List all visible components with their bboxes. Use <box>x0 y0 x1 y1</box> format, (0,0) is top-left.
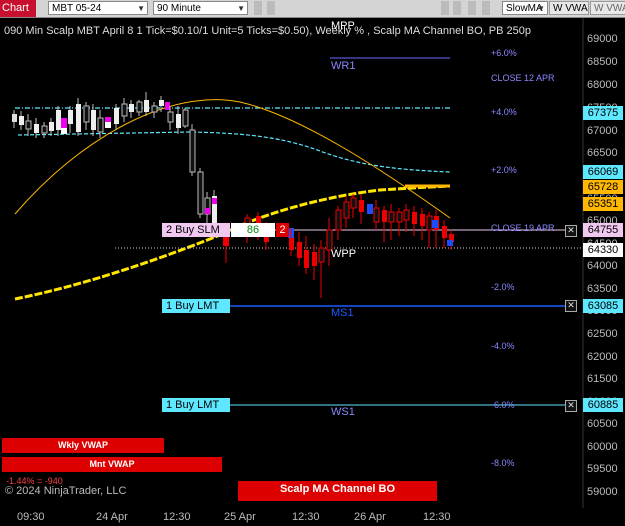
wvwap-toggle-2[interactable]: W VWAP <box>590 1 625 15</box>
x-tick-label: 12:30 <box>292 511 320 523</box>
candlestick-series <box>12 92 454 298</box>
fast-ma-line <box>14 184 451 301</box>
cancel-order-icon[interactable]: ✕ <box>565 225 577 237</box>
copyright-label: © 2024 NinjaTrader, LLC <box>5 485 127 497</box>
y-tick-label: 67000 <box>587 125 618 137</box>
weekly-close-label: CLOSE 12 APR <box>491 73 555 83</box>
toolbar-button[interactable] <box>441 1 449 15</box>
y-tick-label: 63500 <box>587 283 618 295</box>
toolbar-button[interactable] <box>453 1 461 15</box>
y-tick-label: 69000 <box>587 33 618 45</box>
cancel-order-icon[interactable]: ✕ <box>565 400 577 412</box>
weekly-percent-label: -4.0% <box>491 341 515 351</box>
weekly-percent-label: -2.0% <box>491 282 515 292</box>
x-tick-label: 26 Apr <box>354 511 386 523</box>
price-pill-channel: 66069 <box>583 165 623 179</box>
weekly-close-label: CLOSE 19 APR <box>491 223 555 233</box>
cyan-channel-line <box>17 131 451 173</box>
price-pill-ms1-order: 63085 <box>583 299 623 313</box>
order-quantity[interactable]: 2 <box>276 223 289 237</box>
chevron-down-icon: ▼ <box>137 4 145 13</box>
buy-lmt-order-label[interactable]: 1 Buy LMT <box>162 398 230 412</box>
x-tick-label: 12:30 <box>423 511 451 523</box>
chevron-down-icon: ▼ <box>237 4 245 13</box>
toolbar-button[interactable] <box>468 1 476 15</box>
chart-title: 090 Min Scalp MBT April 8 1 Tick=$0.10/1… <box>4 25 531 37</box>
slowma-selector[interactable]: SlowMA ▼ <box>502 1 548 15</box>
chart-toolbar: Chart MBT 05-24 ▼ 90 Minute ▼ SlowMA ▼ W VW… <box>0 0 625 18</box>
instrument-value: MBT 05-24 <box>52 3 102 14</box>
y-tick-label: 62500 <box>587 328 618 340</box>
pivot-label-ms1: MS1 <box>331 307 354 319</box>
cancel-order-icon[interactable]: ✕ <box>565 300 577 312</box>
weekly-percent-label: +4.0% <box>491 107 517 117</box>
chevron-down-icon: ▼ <box>537 4 545 13</box>
y-tick-label: 68000 <box>587 79 618 91</box>
y-tick-label: 60500 <box>587 418 618 430</box>
instrument-selector[interactable]: MBT 05-24 ▼ <box>48 1 148 15</box>
buy-lmt-order-label[interactable]: 1 Buy LMT <box>162 299 230 313</box>
y-tick-label: 59500 <box>587 463 618 475</box>
pivot-label-wr1: WR1 <box>331 60 356 72</box>
price-pill-last: 64330 <box>583 243 623 257</box>
y-tick-label: 62000 <box>587 351 618 363</box>
y-tick-label: 60000 <box>587 441 618 453</box>
price-pill-weekly-vwap: 67375 <box>583 106 623 120</box>
y-tick-label: 66500 <box>587 147 618 159</box>
interval-value: 90 Minute <box>157 3 201 14</box>
weekly-percent-label: +6.0% <box>491 48 517 58</box>
price-pill-ws1-order: 60885 <box>583 398 623 412</box>
y-tick-label: 59000 <box>587 486 618 498</box>
pivot-label-ws1: WS1 <box>331 406 355 418</box>
weekly-percent-label: -6.0% <box>491 400 515 410</box>
price-pill-slow-ma: 65728 <box>583 180 623 194</box>
toolbar-button[interactable] <box>267 1 275 15</box>
x-tick-label: 24 Apr <box>96 511 128 523</box>
interval-selector[interactable]: 90 Minute ▼ <box>153 1 248 15</box>
price-pill-fast-ma: 65351 <box>583 197 623 211</box>
chart-tab[interactable]: Chart <box>0 0 36 17</box>
toolbar-button[interactable] <box>482 1 490 15</box>
y-tick-label: 61500 <box>587 373 618 385</box>
x-tick-label: 12:30 <box>163 511 191 523</box>
pivot-label-wpp: WPP <box>331 248 357 260</box>
toolbar-button[interactable] <box>254 1 262 15</box>
weekly-percent-label: +2.0% <box>491 165 517 175</box>
wvwap-toggle-1[interactable]: W VWAP <box>549 1 589 15</box>
x-tick-label: 09:30 <box>17 511 45 523</box>
pivot-label-mpp: MPP <box>331 20 355 32</box>
strategy-box: Scalp MA Channel BO <box>238 481 437 501</box>
weekly-vwap-box: Wkly VWAP <box>2 438 164 453</box>
price-pill-order: 64755 <box>583 223 623 237</box>
y-tick-label: 68500 <box>587 56 618 68</box>
order-price-offset[interactable]: 86 <box>231 223 275 237</box>
monthly-vwap-box: Mnt VWAP <box>2 457 222 472</box>
buy-slm-order-label[interactable]: 2 Buy SLM <box>162 223 230 237</box>
x-tick-label: 25 Apr <box>224 511 256 523</box>
weekly-percent-label: -8.0% <box>491 458 515 468</box>
y-tick-label: 64000 <box>587 260 618 272</box>
